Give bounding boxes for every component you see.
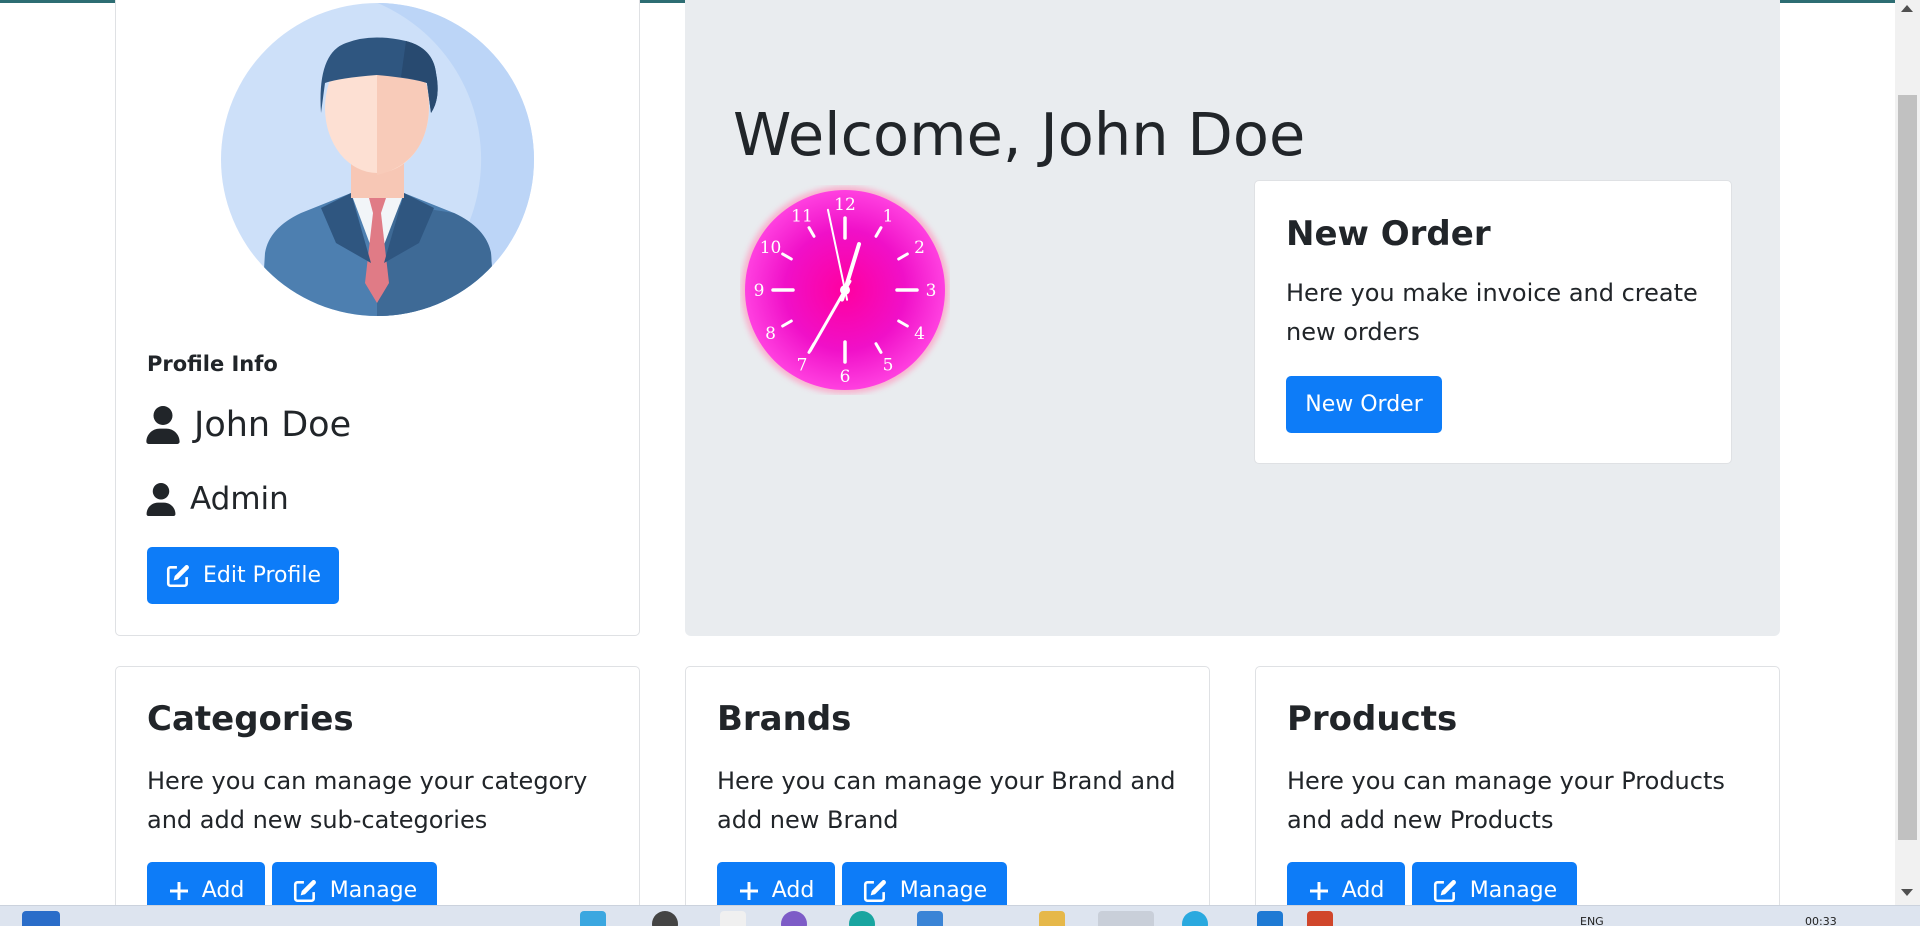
plus-icon (739, 881, 758, 900)
profile-info-heading: Profile Info (147, 352, 278, 376)
clock-number: 3 (926, 281, 937, 301)
profile-role-row: Admin (146, 481, 289, 517)
start-icon[interactable] (22, 911, 60, 926)
new-order-text: Here you make invoice and create new ord… (1286, 279, 1698, 346)
app-icon[interactable] (781, 911, 807, 926)
language-indicator[interactable]: ENG (1580, 915, 1604, 926)
welcome-title: Welcome, John Doe (733, 100, 1306, 169)
taskview-icon[interactable] (580, 911, 606, 926)
clock-number: 8 (765, 324, 776, 344)
new-order-title: New Order (1286, 214, 1491, 254)
profile-role: Admin (190, 481, 289, 517)
file-icon[interactable] (720, 911, 746, 926)
clock-number: 10 (760, 238, 782, 258)
clock-number: 7 (797, 355, 808, 375)
brands-manage-label: Manage (899, 878, 988, 903)
clock-center (840, 285, 850, 295)
plus-icon (1309, 881, 1328, 900)
scroll-thumb[interactable] (1898, 95, 1917, 840)
clock-number: 1 (883, 207, 894, 227)
clock-number: 4 (914, 324, 925, 344)
scroll-up-arrow-icon[interactable] (1901, 5, 1913, 12)
user-icon (146, 406, 180, 444)
edit-icon (166, 564, 189, 587)
categories-card: Categories Here you can manage your cate… (115, 666, 640, 926)
edit-icon (293, 879, 316, 902)
clock-number: 9 (754, 281, 765, 301)
user-icon (146, 482, 176, 516)
profile-name: John Doe (194, 405, 352, 445)
chrome-icon[interactable] (1098, 911, 1154, 926)
products-text: Here you can manage your Products and ad… (1287, 767, 1725, 834)
plus-icon (169, 881, 188, 900)
scroll-down-arrow-icon[interactable] (1901, 889, 1913, 896)
edit-icon (863, 879, 886, 902)
profile-name-row: John Doe (146, 405, 351, 445)
categories-manage-label: Manage (329, 878, 418, 903)
clock-number: 5 (883, 355, 894, 375)
clock-number: 2 (914, 238, 925, 258)
folder-icon[interactable] (1039, 911, 1065, 926)
new-order-card: New Order Here you make invoice and crea… (1254, 180, 1732, 464)
app-icon[interactable] (917, 911, 943, 926)
categories-text: Here you can manage your category and ad… (147, 767, 588, 834)
edit-profile-label: Edit Profile (202, 563, 321, 588)
clock-number: 6 (840, 367, 851, 387)
brands-card: Brands Here you can manage your Brand an… (685, 666, 1210, 926)
profile-card: Profile Info John Doe Admin Edit Profile (115, 0, 640, 636)
analog-clock: 12 12 3 45 6 7 8 9 10 11 (741, 186, 949, 394)
clock-time[interactable]: 00:33 (1805, 915, 1837, 926)
edit-icon (1433, 879, 1456, 902)
brands-title: Brands (717, 699, 852, 739)
taskbar: ENG 00:33 (0, 905, 1920, 926)
welcome-panel: Welcome, John Doe 12 1 2 3 4 5 6 7 8 9 10 11 New Or… (685, 0, 1780, 636)
brands-add-label: Add (771, 878, 815, 903)
app-icon[interactable] (652, 911, 678, 926)
categories-title: Categories (147, 699, 354, 739)
categories-add-label: Add (201, 878, 245, 903)
vertical-scrollbar[interactable] (1895, 0, 1920, 905)
vscode-icon[interactable] (1257, 911, 1283, 926)
products-title: Products (1287, 699, 1458, 739)
clock-number: 12 (834, 195, 856, 215)
products-add-label: Add (1341, 878, 1385, 903)
app-icon[interactable] (1182, 911, 1208, 926)
brands-text: Here you can manage your Brand and add n… (717, 767, 1176, 834)
edge-icon[interactable] (849, 911, 875, 926)
products-card: Products Here you can manage your Produc… (1255, 666, 1780, 926)
clock-number: 11 (791, 207, 813, 227)
new-order-button-label: New Order (1305, 392, 1423, 417)
edit-profile-button[interactable]: Edit Profile (147, 547, 339, 604)
app-icon[interactable] (1307, 911, 1333, 926)
products-manage-label: Manage (1469, 878, 1558, 903)
new-order-button[interactable]: New Order (1286, 376, 1442, 433)
avatar (221, 3, 534, 316)
